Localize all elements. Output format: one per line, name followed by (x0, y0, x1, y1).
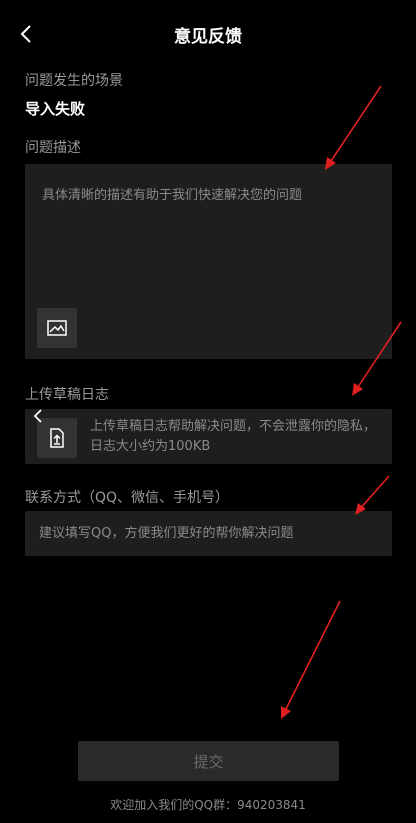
contact-label: 联系方式（QQ、微信、手机号） (25, 490, 230, 506)
annotation-arrow (281, 600, 341, 719)
scene-label: 问题发生的场景 (25, 73, 123, 89)
description-placeholder: 具体清晰的描述有助于我们快速解决您的问题 (42, 188, 303, 203)
submit-button[interactable]: 提交 (78, 741, 339, 781)
image-icon (47, 320, 67, 336)
log-upload-box[interactable]: 上传草稿日志帮助解决问题，不会泄露你的隐私，日志大小约为100KB (25, 409, 392, 464)
upload-icon (50, 428, 64, 448)
add-image-button[interactable] (37, 308, 77, 348)
description-textarea[interactable]: 具体清晰的描述有助于我们快速解决您的问题 (25, 164, 392, 359)
contact-input[interactable] (25, 511, 392, 556)
annotation-arrow (325, 85, 382, 170)
page-title: 意见反馈 (174, 27, 242, 47)
annotation-arrow (355, 475, 390, 515)
log-label: 上传草稿日志 (25, 387, 109, 403)
scene-value: 导入失败 (25, 100, 86, 118)
description-label: 问题描述 (25, 140, 81, 156)
header: 意见反馈 (0, 0, 416, 70)
log-description: 上传草稿日志帮助解决问题，不会泄露你的隐私，日志大小约为100KB (90, 419, 377, 454)
qq-group-text: 欢迎加入我们的QQ群：940203841 (110, 798, 306, 812)
chevron-left-icon (33, 409, 42, 423)
side-back-button[interactable] (28, 402, 48, 430)
